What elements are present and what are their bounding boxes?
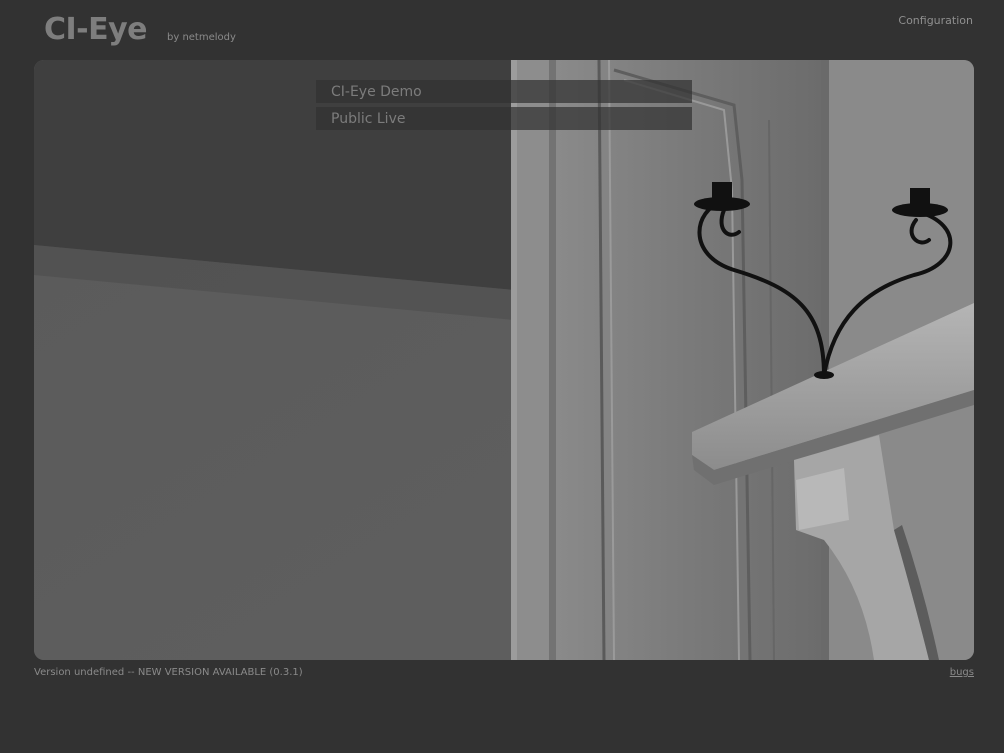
bugs-link[interactable]: bugs [950, 667, 974, 678]
background-photo [34, 60, 974, 660]
app-logo: CI-Eye [44, 12, 148, 47]
app-byline: by netmelody [167, 32, 236, 43]
project-menu: CI-Eye Demo Public Live [316, 80, 692, 134]
background-photo-panel: CI-Eye Demo Public Live [34, 60, 974, 660]
page: CI-Eye by netmelody Configuration CI-Eye… [0, 0, 1004, 753]
configuration-link[interactable]: Configuration [898, 14, 973, 27]
menu-item-public-live[interactable]: Public Live [316, 107, 692, 130]
menu-item-ci-eye-demo[interactable]: CI-Eye Demo [316, 80, 692, 103]
version-status: Version undefined -- NEW VERSION AVAILAB… [34, 667, 303, 678]
